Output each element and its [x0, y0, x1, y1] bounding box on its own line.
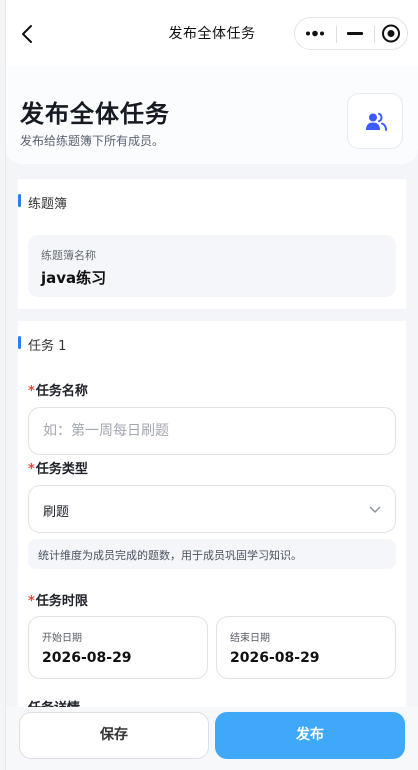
book-name-value: java练习 — [41, 269, 107, 287]
members-button[interactable] — [347, 93, 403, 149]
start-date-picker[interactable]: 开始日期 2026-08-29 — [28, 616, 208, 679]
page-subtitle: 发布给练题簿下所有成员。 — [20, 134, 165, 148]
task-type-hint: 统计维度为成员完成的题数，用于成员巩固学习知识。 — [28, 539, 396, 569]
footer-bar: 保存 发布 — [6, 707, 418, 770]
more-dots-icon — [306, 30, 324, 37]
page-title: 发布全体任务 — [20, 100, 170, 128]
task-type-value: 刷题 — [43, 505, 70, 520]
task-type-label: *任务类型 — [28, 462, 88, 477]
start-date-label: 开始日期 — [42, 633, 82, 644]
book-name-box: 练题簿名称 java练习 — [28, 235, 396, 297]
target-close-icon — [382, 24, 400, 43]
mini-program-capsule — [294, 17, 408, 50]
task-deadline-label: *任务时限 — [28, 594, 88, 609]
book-section-title: 练题簿 — [17, 193, 67, 212]
task-section: 任务 1 *任务名称 *任务类型 刷题 统计维度为成员完成的题数，用于成员巩固学… — [17, 321, 406, 770]
task-name-input[interactable] — [28, 407, 396, 455]
book-name-label: 练题簿名称 — [41, 249, 96, 262]
minus-icon — [347, 32, 363, 35]
task-name-label: *任务名称 — [28, 384, 88, 399]
more-menu-button[interactable] — [297, 18, 333, 49]
end-date-picker[interactable]: 结束日期 2026-08-29 — [216, 616, 396, 679]
task-section-title: 任务 1 — [17, 335, 66, 354]
end-date-value: 2026-08-29 — [230, 650, 320, 666]
users-icon — [366, 112, 387, 131]
publish-button[interactable]: 发布 — [215, 712, 405, 759]
page-header: 发布全体任务 发布给练题簿下所有成员。 — [6, 66, 418, 164]
task-type-select[interactable]: 刷题 — [28, 485, 396, 533]
nav-bar: 发布全体任务 — [6, 0, 418, 66]
book-section: 练题簿 练题簿名称 java练习 — [17, 179, 406, 309]
publish-task-page: 发布全体任务 发布全体任务 发布给练题簿下所有成员。 练题簿 练题簿名称 jav… — [6, 0, 418, 770]
close-mini-program-button[interactable] — [373, 18, 409, 49]
save-button[interactable]: 保存 — [19, 712, 209, 759]
chevron-down-icon — [369, 506, 381, 513]
end-date-label: 结束日期 — [230, 633, 270, 644]
start-date-value: 2026-08-29 — [42, 650, 132, 666]
minimize-button[interactable] — [337, 18, 373, 49]
